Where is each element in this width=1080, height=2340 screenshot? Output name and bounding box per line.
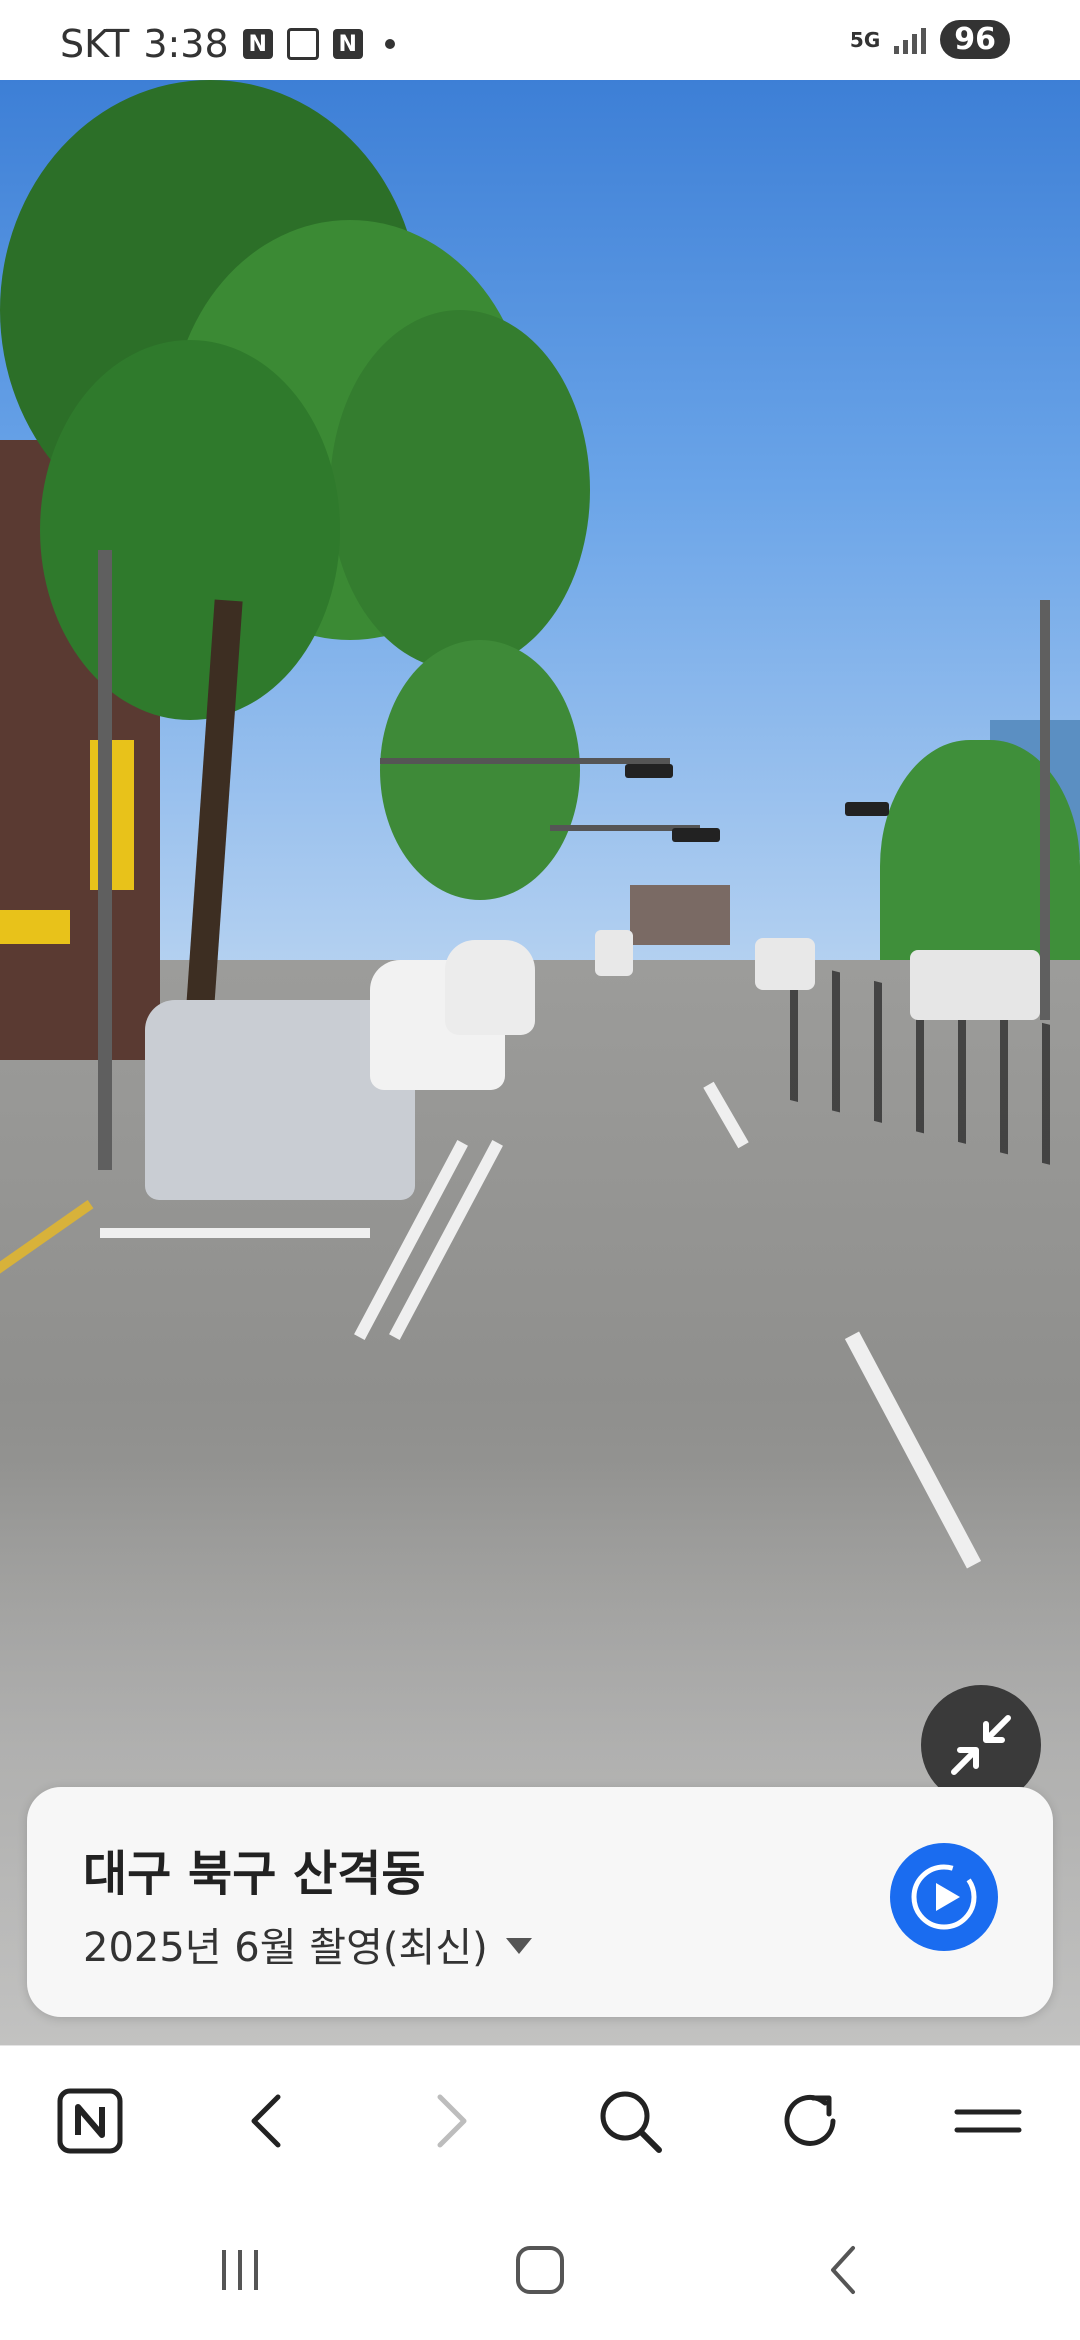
naver-home-icon	[57, 2088, 123, 2154]
collapse-arrows-icon	[951, 1715, 1011, 1775]
home-button[interactable]	[500, 2235, 580, 2305]
capture-date-label: 2025년 6월 촬영(최신)	[83, 1925, 488, 1971]
system-navigation-bar	[0, 2195, 1080, 2340]
distant-truck	[595, 930, 633, 976]
menu-button[interactable]	[948, 2081, 1028, 2161]
home-icon	[516, 2246, 564, 2294]
capture-date-selector[interactable]: 2025년 6월 촬영(최신)	[83, 1915, 532, 1973]
play-street-view-button[interactable]	[890, 1843, 998, 1951]
screenshot-icon	[286, 28, 319, 60]
traffic-light	[672, 828, 720, 842]
signal-icon	[894, 26, 927, 54]
clock: 3:38	[143, 22, 229, 66]
play-icon	[911, 1864, 977, 1930]
lane-marking	[100, 1228, 370, 1238]
status-right: 5G 96	[850, 20, 1010, 59]
refresh-icon	[784, 2094, 836, 2146]
carrier-label: SKT	[60, 22, 130, 66]
battery-level: 96	[940, 20, 1010, 59]
forward-icon	[437, 2094, 467, 2148]
location-title: 대구 북구 산격동	[83, 1846, 426, 1902]
naver-home-button[interactable]	[50, 2081, 130, 2161]
dropdown-caret-icon	[505, 1938, 532, 1954]
status-bar: SKT 3:38 N N 5G 96	[0, 0, 1080, 80]
more-notifications-dot	[384, 39, 395, 49]
traffic-light	[845, 802, 889, 816]
traffic-light	[625, 764, 673, 778]
forward-button[interactable]	[410, 2081, 490, 2161]
utility-pole	[1040, 600, 1050, 1020]
status-left: SKT 3:38 N N	[60, 22, 395, 66]
parked-car	[445, 940, 535, 1035]
street-trees	[0, 80, 600, 1021]
search-button[interactable]	[590, 2081, 670, 2161]
parked-van	[755, 938, 815, 990]
street-view-panorama[interactable]	[0, 80, 1080, 2045]
recent-apps-icon	[222, 2250, 258, 2290]
background-building	[630, 885, 730, 945]
naver-icon: N	[332, 29, 363, 59]
street-lamp-pole	[98, 550, 112, 1170]
system-back-button[interactable]	[805, 2235, 885, 2305]
browser-toolbar	[0, 2045, 1080, 2196]
network-type: 5G	[849, 27, 881, 52]
location-info-card[interactable]: 대구 북구 산격동 2025년 6월 촬영(최신)	[27, 1787, 1053, 2017]
menu-icon	[954, 2109, 1022, 2133]
back-icon	[831, 2246, 855, 2294]
recent-apps-button[interactable]	[200, 2235, 280, 2305]
refresh-button[interactable]	[770, 2081, 850, 2161]
back-icon	[251, 2094, 281, 2148]
parked-truck	[910, 950, 1040, 1020]
back-button[interactable]	[228, 2081, 308, 2161]
search-icon	[600, 2091, 662, 2153]
naver-icon: N	[242, 29, 273, 59]
